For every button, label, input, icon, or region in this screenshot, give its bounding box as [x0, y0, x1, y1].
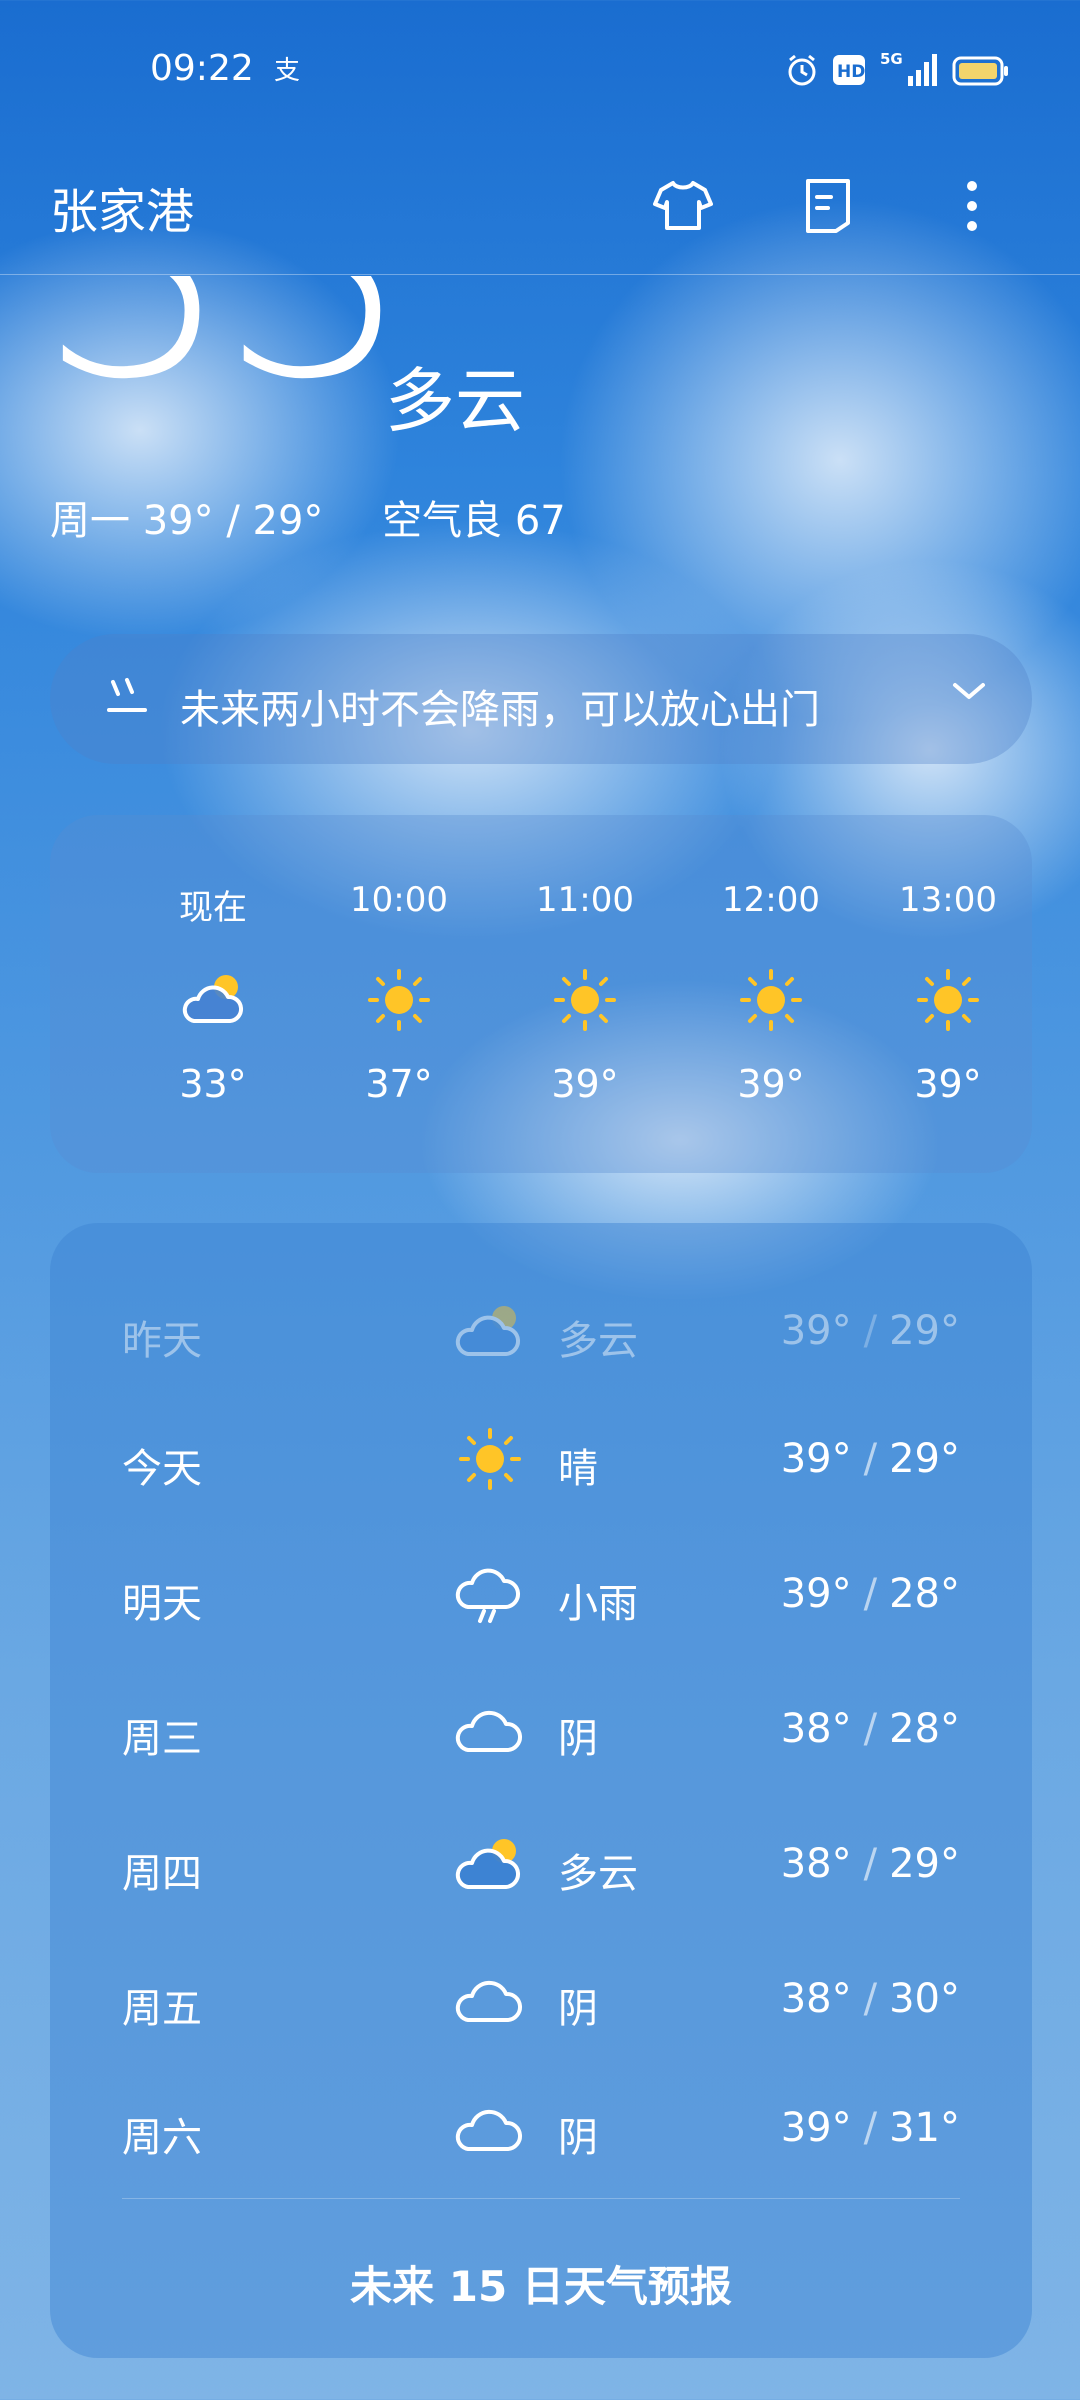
daily-condition: 小雨 — [558, 1581, 638, 1627]
daily-temp-range: 39°/31° — [780, 2105, 960, 2151]
daily-day: 周六 — [122, 2115, 202, 2161]
current-temp-area: 33 — [0, 276, 1080, 436]
svg-text:支: 支 — [274, 56, 300, 85]
hourly-temp: 39° — [551, 1062, 619, 1106]
hourly-temp: 33° — [179, 1062, 247, 1106]
more-options-button[interactable] — [932, 166, 1012, 246]
daily-day: 明天 — [122, 1581, 202, 1627]
daily-day: 今天 — [122, 1446, 202, 1492]
hourly-time: 12:00 — [722, 880, 820, 920]
daily-condition: 阴 — [558, 1986, 598, 2032]
daily-temp-range: 39°/29° — [780, 1308, 960, 1354]
hourly-item: 现在 33° — [120, 815, 306, 1173]
hourly-temp: 37° — [365, 1062, 433, 1106]
daily-row-today[interactable]: 今天 晴 39°/29° — [50, 1416, 1032, 1506]
hourly-time: 10:00 — [350, 880, 448, 920]
sun-icon — [740, 969, 802, 1031]
air-quality[interactable]: 空气良 67 — [382, 498, 566, 544]
city-name[interactable]: 张家港 — [50, 172, 194, 242]
chevron-down-icon — [951, 679, 987, 707]
daily-temp-range: 38°/29° — [780, 1841, 960, 1887]
document-icon — [806, 179, 850, 233]
daily-condition: 阴 — [558, 2115, 598, 2161]
daily-condition: 多云 — [558, 1318, 638, 1364]
cloudy-sun-icon — [455, 1839, 520, 1889]
daily-temp-range: 38°/30° — [780, 1976, 960, 2022]
daily-day: 周三 — [122, 1716, 202, 1762]
more-vertical-icon — [967, 181, 977, 231]
report-button[interactable] — [788, 166, 868, 246]
daily-row-friday[interactable]: 周五 阴 38°/30° — [50, 1956, 1032, 2046]
sun-icon — [459, 1428, 521, 1490]
rain-forecast-text: 未来两小时不会降雨，可以放心出门 — [180, 687, 820, 733]
cloud-icon — [455, 1980, 522, 2022]
dressing-index-button[interactable] — [643, 166, 723, 246]
daily-temp-range: 39°/28° — [780, 1571, 960, 1617]
daily-forecast-card: 昨天 多云 39°/29° 今天 晴 39°/29° 明天 小雨 39°/28°… — [50, 1223, 1032, 2358]
5g-signal-icon: 5G — [878, 48, 938, 94]
daily-day: 昨天 — [122, 1318, 202, 1364]
cloudy-sun-icon — [455, 1306, 520, 1356]
svg-text:HD: HD — [837, 62, 865, 82]
tshirt-icon — [653, 181, 713, 230]
sun-icon — [368, 969, 430, 1031]
daily-condition: 阴 — [558, 1716, 598, 1762]
daily-condition: 晴 — [558, 1446, 598, 1492]
hourly-time: 现在 — [179, 888, 247, 928]
daily-row-thursday[interactable]: 周四 多云 38°/29° — [50, 1821, 1032, 1911]
daily-condition: 多云 — [558, 1851, 638, 1897]
app-header: 张家港 — [0, 140, 1080, 275]
hourly-time: 13:00 — [899, 880, 997, 920]
hourly-item: 10:00 37° — [306, 815, 492, 1173]
sun-icon — [554, 969, 616, 1031]
hourly-item: 11:00 39° — [492, 815, 678, 1173]
hourly-temp: 39° — [737, 1062, 805, 1106]
day-range: 周一 39° / 29° — [50, 498, 324, 544]
rain-forecast-banner[interactable]: 未来两小时不会降雨，可以放心出门 — [50, 634, 1032, 764]
cloud-icon — [455, 2109, 522, 2151]
cloud-icon — [455, 1710, 522, 1752]
daily-day: 周五 — [122, 1986, 202, 2032]
current-summary: 周一 39° / 29° 空气良 67 — [50, 488, 612, 546]
alipay-icon: 支 — [272, 55, 308, 89]
hourly-time: 11:00 — [536, 880, 634, 920]
status-time: 09:22 — [150, 48, 254, 89]
daily-row-tomorrow[interactable]: 明天 小雨 39°/28° — [50, 1551, 1032, 1641]
cloudy-sun-icon — [182, 975, 243, 1023]
daily-day: 周四 — [122, 1851, 202, 1897]
divider — [122, 2198, 960, 2199]
alarm-icon — [784, 52, 820, 92]
daily-temp-range: 38°/28° — [780, 1706, 960, 1752]
current-condition: 多云 — [385, 360, 525, 442]
daily-row-saturday[interactable]: 周六 阴 39°/31° — [50, 2085, 1032, 2175]
current-temperature: 33 — [40, 276, 412, 421]
fifteen-day-forecast-button[interactable]: 未来 15 日天气预报 — [50, 2253, 1032, 2314]
daily-row-wednesday[interactable]: 周三 阴 38°/28° — [50, 1686, 1032, 1776]
sun-icon — [917, 969, 979, 1031]
hourly-item: 13:00 39° — [864, 815, 1032, 1173]
svg-text:5G: 5G — [880, 50, 903, 68]
battery-icon — [952, 56, 1010, 90]
daily-row-yesterday[interactable]: 昨天 多云 39°/29° — [50, 1288, 1032, 1378]
daily-temp-range: 39°/29° — [780, 1436, 960, 1482]
hourly-forecast-card[interactable]: 现在 33° 10:00 37° 11:00 39° 12:00 39° 13:… — [50, 815, 1032, 1173]
hourly-item: 12:00 39° — [678, 815, 864, 1173]
hourly-temp: 39° — [914, 1062, 982, 1106]
hd-icon: HD — [832, 54, 866, 90]
rain-drizzle-icon — [105, 676, 149, 720]
status-bar: 09:22 支 HD 5G — [0, 0, 1080, 140]
light-rain-icon — [455, 1568, 520, 1623]
